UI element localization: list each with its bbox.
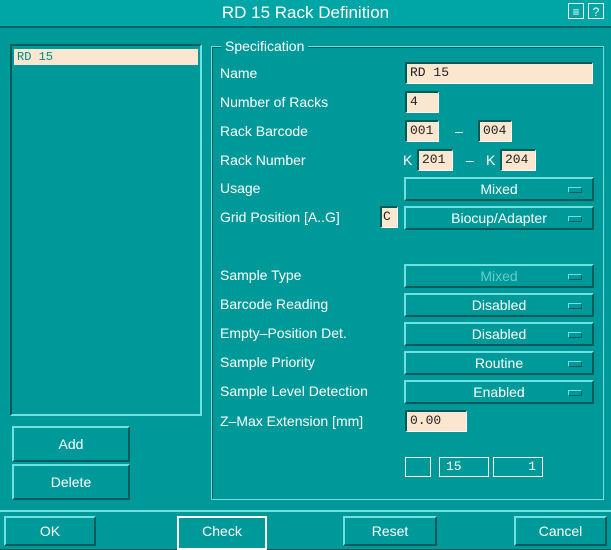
sample-priority-option-menu[interactable]: Routine	[404, 351, 594, 375]
pager-current: 1	[528, 459, 536, 474]
reset-button[interactable]: Reset	[343, 516, 437, 546]
title-bar: RD 15 Rack Definition ≡ ?	[0, 0, 611, 28]
check-button[interactable]: Check	[177, 516, 267, 550]
option-menu-indicator-icon	[568, 390, 582, 396]
option-menu-indicator-icon	[568, 274, 582, 280]
usage-label: Usage	[220, 180, 261, 196]
specification-title: Specification	[221, 38, 309, 54]
option-menu-indicator-icon	[568, 361, 582, 367]
cancel-button[interactable]: Cancel	[514, 516, 607, 546]
rack-number-prefix-to: K	[486, 152, 496, 168]
add-button[interactable]: Add	[12, 426, 130, 462]
zmax-field[interactable]: 0.00	[405, 410, 467, 432]
sample-type-value: Mixed	[480, 268, 518, 284]
sample-level-option-menu[interactable]: Enabled	[404, 380, 594, 404]
sample-priority-value: Routine	[474, 355, 524, 371]
window-title: RD 15 Rack Definition	[221, 3, 390, 22]
window-menu-icon[interactable]: ≡	[568, 3, 584, 19]
sample-level-label: Sample Level Detection	[220, 383, 368, 399]
option-menu-indicator-icon	[568, 332, 582, 338]
barcode-reading-label: Barcode Reading	[220, 296, 329, 312]
option-menu-indicator-icon	[568, 187, 582, 193]
empty-position-option-menu[interactable]: Disabled	[404, 322, 594, 346]
option-menu-indicator-icon	[568, 216, 582, 222]
name-label: Name	[220, 65, 258, 81]
name-field[interactable]: RD 15	[405, 62, 593, 84]
delete-button[interactable]: Delete	[12, 464, 130, 500]
rack-definition-list[interactable]: RD 15	[10, 44, 202, 416]
sample-level-value: Enabled	[473, 384, 525, 400]
pager-total-box: 15	[439, 457, 489, 477]
rack-number-prefix-from: K	[403, 152, 413, 168]
pager-current-box[interactable]: 1	[493, 457, 543, 477]
grid-position-field[interactable]: C	[380, 206, 398, 228]
rack-number-from-field[interactable]: 201	[417, 149, 453, 171]
empty-position-value: Disabled	[471, 326, 527, 342]
rack-number-to-field[interactable]: 204	[500, 149, 536, 171]
rack-barcode-label: Rack Barcode	[220, 123, 308, 139]
ok-button[interactable]: OK	[4, 516, 96, 546]
pager-total: 15	[446, 459, 462, 474]
barcode-reading-value: Disabled	[471, 297, 527, 313]
usage-value: Mixed	[480, 181, 518, 197]
number-of-racks-label: Number of Racks	[220, 94, 329, 110]
range-dash: –	[466, 152, 474, 168]
grid-type-option-menu[interactable]: Biocup/Adapter	[404, 206, 594, 230]
grid-position-label: Grid Position [A..G]	[220, 209, 340, 225]
sample-type-option-menu: Mixed	[404, 264, 594, 288]
pager-empty-box	[405, 457, 431, 477]
rack-barcode-from-field[interactable]: 001	[405, 120, 439, 142]
list-item[interactable]: RD 15	[14, 49, 198, 65]
sample-type-label: Sample Type	[220, 267, 302, 283]
sample-priority-label: Sample Priority	[220, 354, 315, 370]
usage-option-menu[interactable]: Mixed	[404, 177, 594, 201]
option-menu-indicator-icon	[568, 303, 582, 309]
help-icon[interactable]: ?	[588, 3, 604, 19]
range-dash: –	[455, 123, 463, 139]
rack-number-label: Rack Number	[220, 152, 306, 168]
empty-position-label: Empty–Position Det.	[220, 325, 347, 341]
grid-type-value: Biocup/Adapter	[451, 210, 547, 226]
barcode-reading-option-menu[interactable]: Disabled	[404, 293, 594, 317]
zmax-label: Z–Max Extension [mm]	[220, 413, 364, 429]
rack-barcode-to-field[interactable]: 004	[478, 120, 512, 142]
number-of-racks-field[interactable]: 4	[405, 91, 439, 113]
